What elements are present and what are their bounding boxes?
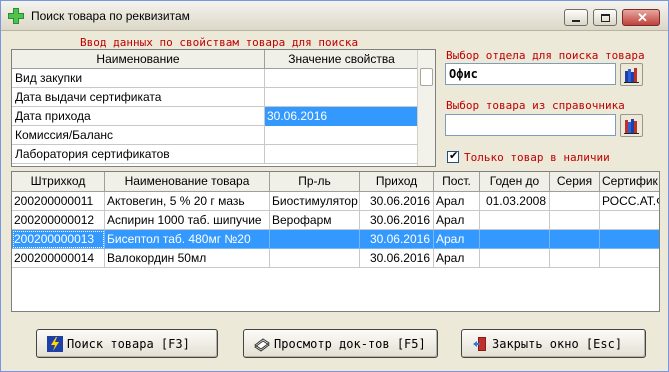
cell-arrival: 30.06.2016 — [360, 230, 434, 249]
prop-value-selected[interactable]: 30.06.2016 — [265, 107, 418, 126]
column-header-certificate[interactable]: Сертифик — [600, 172, 659, 192]
cell-expiry — [480, 211, 550, 230]
cell-name: Валокордин 50мл — [105, 249, 270, 268]
view-docs-button[interactable]: Просмотр док-тов [F5] — [243, 329, 438, 358]
exit-door-icon — [473, 337, 486, 351]
goods-table: Штрихкод Наименование товара Пр-ль Прихо… — [11, 171, 660, 312]
cell-supplier: Арал — [434, 230, 480, 249]
props-row[interactable]: Вид закупки — [12, 69, 418, 88]
prop-value[interactable] — [265, 88, 418, 107]
cell-arrival: 30.06.2016 — [360, 192, 434, 211]
table-row[interactable]: 200200000014 Валокордин 50мл 30.06.2016 … — [12, 249, 659, 268]
title-bar: Поиск товара по реквизитам ✕ — [1, 1, 668, 31]
cell-maker — [270, 230, 360, 249]
cell-name: Бисептол таб. 480мг №20 — [105, 230, 270, 249]
goods-table-header: Штрихкод Наименование товара Пр-ль Прихо… — [12, 172, 659, 192]
cell-expiry: 01.03.2008 — [480, 192, 550, 211]
column-header-name[interactable]: Наименование товара — [105, 172, 270, 192]
cell-certificate — [600, 230, 659, 249]
cell-supplier: Арал — [434, 249, 480, 268]
in-stock-checkbox[interactable]: ✔ — [447, 150, 459, 163]
cell-series — [550, 249, 600, 268]
cell-maker: Биостимулятор — [270, 192, 360, 211]
cell-barcode: 200200000012 — [12, 211, 105, 230]
table-row[interactable]: 200200000011 Актовегин, 5 % 20 г мазь Би… — [12, 192, 659, 211]
catalog-label: Выбор товара из справочника — [446, 99, 625, 112]
cell-series — [550, 192, 600, 211]
books-icon — [624, 68, 639, 83]
catalog-field[interactable] — [445, 114, 616, 136]
department-field[interactable]: Офис — [445, 63, 616, 85]
search-goods-label: Поиск товара [F3] — [67, 337, 190, 351]
prop-name: Дата выдачи сертификата — [12, 88, 265, 107]
minimize-icon — [572, 20, 580, 22]
cell-arrival: 30.06.2016 — [360, 211, 434, 230]
cell-series — [550, 211, 600, 230]
department-label: Выбор отдела для поиска товара — [446, 49, 645, 62]
cell-arrival: 30.06.2016 — [360, 249, 434, 268]
column-header-supplier[interactable]: Пост. — [434, 172, 480, 192]
cell-barcode: 200200000011 — [12, 192, 105, 211]
cell-supplier: Арал — [434, 211, 480, 230]
cell-expiry — [480, 230, 550, 249]
search-goods-window: Поиск товара по реквизитам ✕ Ввод данных… — [0, 0, 669, 372]
check-mark-icon: ✔ — [449, 150, 459, 162]
cell-name: Актовегин, 5 % 20 г мазь — [105, 192, 270, 211]
maximize-icon — [601, 14, 610, 22]
close-label: Закрыть окно [Esc] — [492, 337, 623, 351]
column-header-expiry[interactable]: Годен до — [480, 172, 550, 192]
props-row[interactable]: Комиссия/Баланс — [12, 126, 418, 145]
close-window-button[interactable]: ✕ — [622, 9, 660, 26]
in-stock-label: Только товар в наличии — [464, 151, 610, 164]
props-scrollbar[interactable] — [417, 50, 435, 166]
props-row[interactable]: Лаборатория сертификатов — [12, 145, 418, 164]
cell-expiry — [480, 249, 550, 268]
maximize-button[interactable] — [593, 9, 617, 26]
cell-maker: Верофарм — [270, 211, 360, 230]
props-scrollbar-thumb[interactable] — [420, 68, 433, 86]
column-header-maker[interactable]: Пр-ль — [270, 172, 360, 192]
table-row[interactable]: 200200000012 Аспирин 1000 таб. шипучие В… — [12, 211, 659, 230]
close-button[interactable]: Закрыть окно [Esc] — [461, 329, 646, 358]
catalog-pick-button[interactable] — [620, 114, 643, 137]
cell-name: Аспирин 1000 таб. шипучие — [105, 211, 270, 230]
cell-supplier: Арал — [434, 192, 480, 211]
prop-name: Лаборатория сертификатов — [12, 145, 265, 164]
cell-certificate: РОСС.АТ.Ф — [600, 192, 659, 211]
cell-series — [550, 230, 600, 249]
cell-barcode: 200200000013 — [12, 230, 105, 249]
search-props-label: Ввод данных по свойствам товара для поис… — [80, 36, 359, 49]
view-docs-label: Просмотр док-тов [F5] — [274, 337, 426, 351]
props-header-value: Значение свойства — [265, 50, 418, 69]
table-row-selected[interactable]: 200200000013 Бисептол таб. 480мг №20 30.… — [12, 230, 659, 249]
props-row[interactable]: Дата выдачи сертификата — [12, 88, 418, 107]
props-row[interactable]: Дата прихода 30.06.2016 — [12, 107, 418, 126]
column-header-series[interactable]: Серия — [550, 172, 600, 192]
props-header-name: Наименование — [12, 50, 265, 69]
cell-certificate — [600, 249, 659, 268]
cell-certificate — [600, 211, 659, 230]
prop-value[interactable] — [265, 145, 418, 164]
app-cross-icon — [8, 8, 24, 24]
close-icon: ✕ — [637, 10, 648, 25]
cell-maker — [270, 249, 360, 268]
cell-barcode: 200200000014 — [12, 249, 105, 268]
prop-value[interactable] — [265, 126, 418, 145]
prop-value[interactable] — [265, 69, 418, 88]
lightning-icon — [47, 336, 63, 352]
prop-name: Комиссия/Баланс — [12, 126, 265, 145]
prop-name: Дата прихода — [12, 107, 265, 126]
department-pick-button[interactable] — [620, 63, 643, 86]
minimize-button[interactable] — [564, 9, 588, 26]
window-title: Поиск товара по реквизитам — [31, 9, 190, 23]
documents-icon — [254, 338, 270, 352]
column-header-arrival[interactable]: Приход — [360, 172, 434, 192]
column-header-barcode[interactable]: Штрихкод — [12, 172, 105, 192]
search-goods-button[interactable]: Поиск товара [F3] — [36, 329, 218, 358]
prop-name: Вид закупки — [12, 69, 265, 88]
search-props-grid: Наименование Значение свойства Вид закуп… — [11, 49, 436, 167]
books-icon — [624, 119, 639, 134]
